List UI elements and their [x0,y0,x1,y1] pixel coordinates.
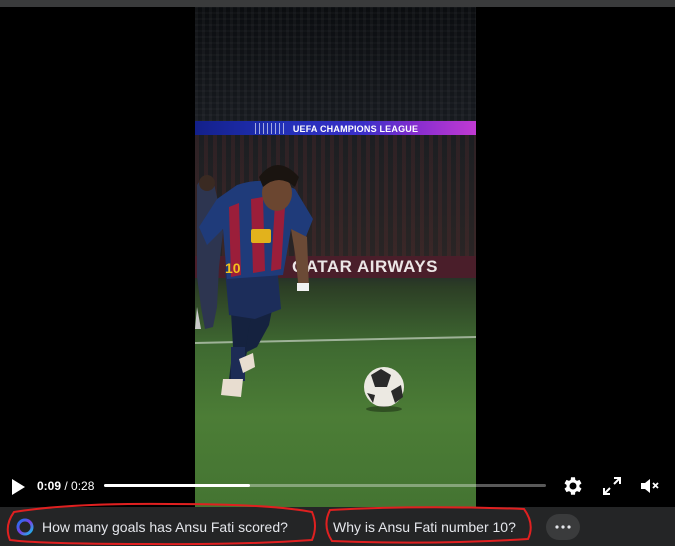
progress-bar[interactable] [104,484,546,487]
progress-fill [104,484,250,487]
top-strip [0,0,675,7]
duration: 0:28 [71,479,95,493]
suggestion-chip-goals[interactable]: How many goals has Ansu Fati scored? [10,514,316,540]
video-player[interactable]: UEFA CHAMPIONS LEAGUE QATAR AIRWAYS 10 0… [0,7,675,507]
suggestion-label: How many goals has Ansu Fati scored? [42,519,288,535]
shirt-number: 10 [225,260,241,276]
more-horizontal-icon [555,525,571,529]
suggestion-bar: How many goals has Ansu Fati scored? Why… [0,507,675,546]
settings-gear-icon[interactable] [561,474,585,498]
time-separator: / [61,479,72,493]
current-time: 0:09 [37,479,62,493]
volume-muted-icon[interactable] [638,474,662,498]
play-icon[interactable] [8,477,28,497]
meta-ai-icon [16,518,34,536]
player-boot [221,379,243,397]
video-controls: 0:09 / 0:28 [0,467,675,507]
football [364,367,404,412]
time-display: 0:09 / 0:28 [37,479,94,493]
more-options-button[interactable] [546,514,580,540]
fullscreen-icon[interactable] [600,474,624,498]
suggestion-chip-number-10[interactable]: Why is Ansu Fati number 10? [325,514,532,540]
teammate-head [199,175,215,191]
suggestion-label: Why is Ansu Fati number 10? [333,519,516,535]
footballer-figure: 10 [195,165,404,412]
video-frame[interactable]: UEFA CHAMPIONS LEAGUE QATAR AIRWAYS 10 [195,7,476,507]
